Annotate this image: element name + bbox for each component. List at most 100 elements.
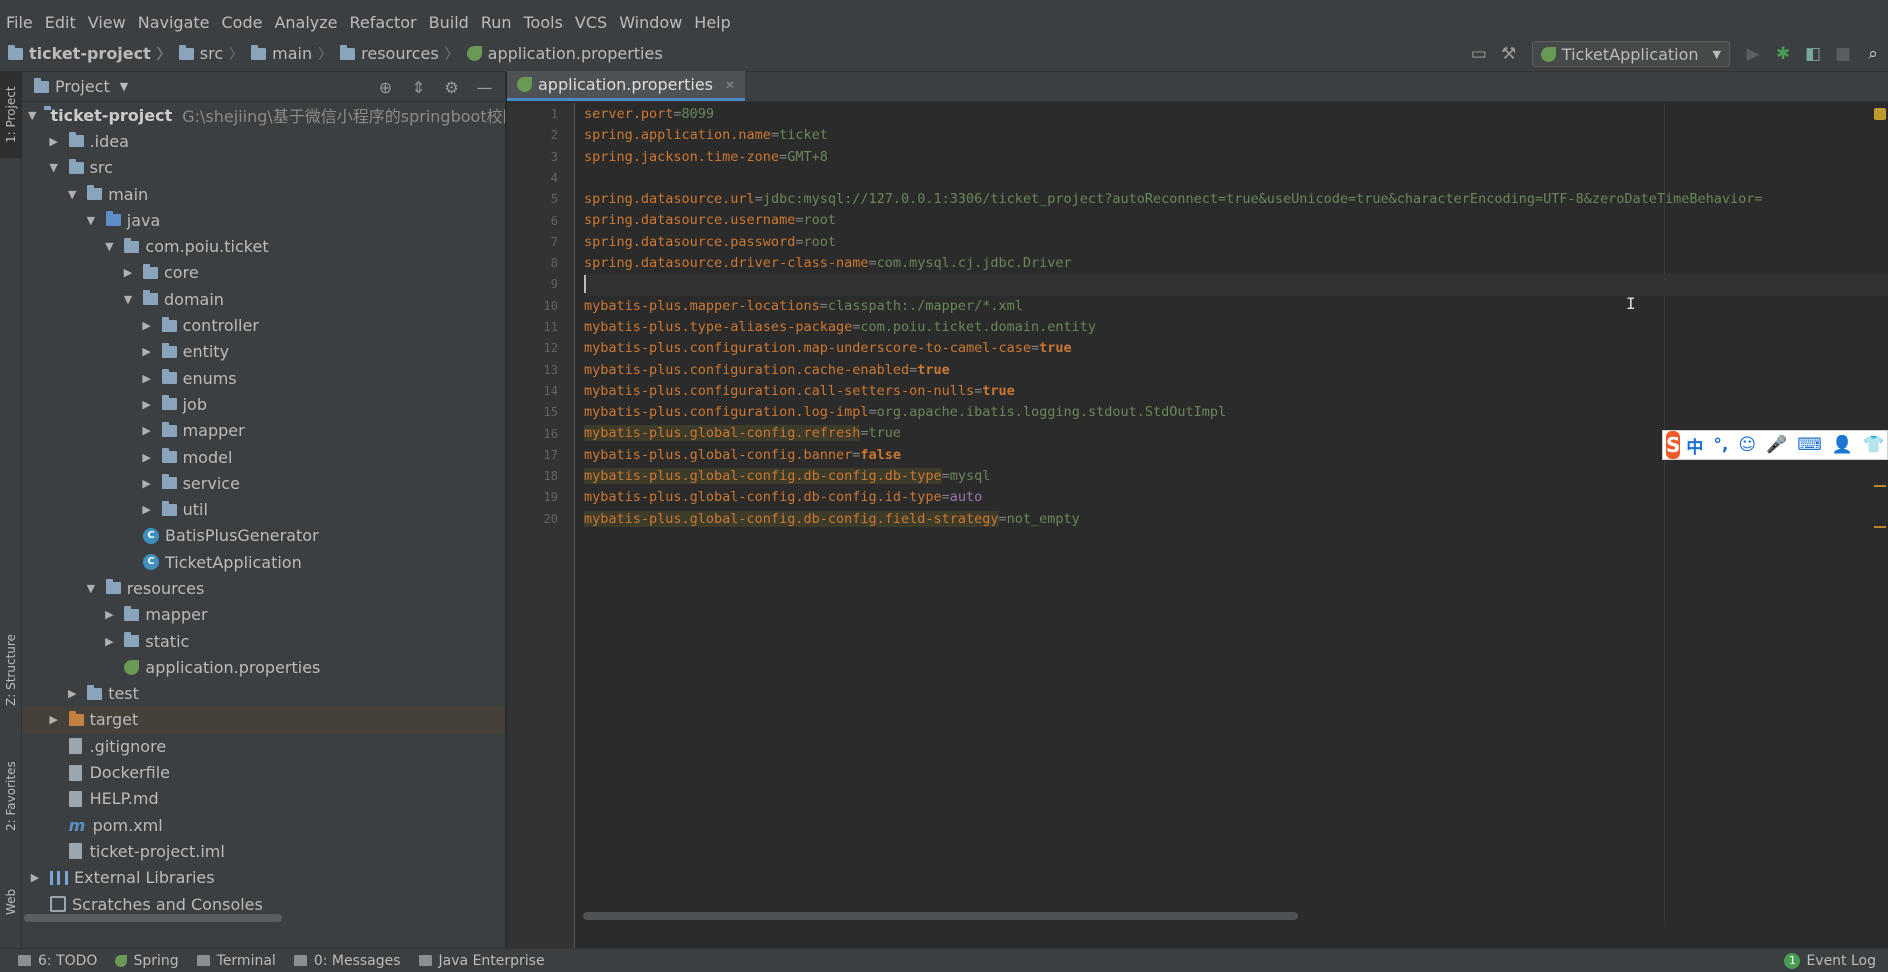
messages-tab[interactable]: 0: Messages — [293, 953, 401, 969]
tree-item[interactable]: ▶ job — [22, 391, 505, 417]
expand-arrow-icon[interactable]: ▶ — [140, 451, 154, 464]
tree-item[interactable]: ▶ entity — [22, 339, 505, 365]
menu-view[interactable]: View — [82, 10, 132, 36]
tree-item[interactable]: ▶ util — [22, 496, 505, 522]
close-icon[interactable]: ✕ — [725, 78, 735, 92]
breadcrumb-item[interactable]: application.properties — [459, 44, 663, 63]
java-enterprise-tab[interactable]: Java Enterprise — [418, 953, 545, 969]
tree-item[interactable]: ▶ enums — [22, 365, 505, 391]
code-line[interactable]: spring.jackson.time-zone=GMT+8 — [584, 147, 1884, 168]
ime-emoji-icon[interactable]: ☺ — [1738, 435, 1756, 455]
run-with-coverage-icon[interactable]: ◧ — [1798, 39, 1828, 69]
expand-arrow-icon[interactable]: ▼ — [102, 240, 116, 253]
tab-web[interactable]: Web — [0, 882, 22, 922]
menu-tools[interactable]: Tools — [518, 10, 569, 36]
error-stripe-marker[interactable] — [1874, 485, 1886, 487]
ime-punctuation-toggle[interactable]: °, — [1713, 435, 1728, 455]
tree-item[interactable]: C BatisPlusGenerator — [22, 523, 505, 549]
minimize-icon[interactable]: — — [468, 72, 501, 102]
tree-item[interactable]: ▶ controller — [22, 312, 505, 338]
project-panel-title[interactable]: Project — [55, 77, 110, 96]
tree-item[interactable]: ▶ service — [22, 470, 505, 496]
expand-arrow-icon[interactable]: ▼ — [84, 582, 98, 595]
tree-item[interactable]: ▶ .idea — [22, 128, 505, 154]
code-line[interactable]: spring.datasource.driver-class-name=com.… — [584, 253, 1884, 274]
editor-tab-application-properties[interactable]: application.properties ✕ — [507, 71, 746, 101]
expand-arrow-icon[interactable]: ▶ — [140, 372, 154, 385]
expand-arrow-icon[interactable]: ▶ — [47, 713, 61, 726]
expand-arrow-icon[interactable]: ▶ — [102, 635, 116, 648]
breadcrumb-item[interactable]: resources 〉 — [332, 44, 459, 64]
code-line[interactable]: mybatis-plus.global-config.db-config.fie… — [584, 509, 1884, 530]
event-log[interactable]: 1 Event Log — [1784, 949, 1876, 972]
editor-horizontal-scrollbar[interactable] — [583, 912, 1298, 920]
gear-icon[interactable]: ⚙ — [435, 72, 468, 102]
search-icon[interactable]: ⌕ — [1858, 39, 1888, 69]
code-line[interactable]: mybatis-plus.mapper-locations=classpath:… — [584, 296, 1884, 317]
menu-analyze[interactable]: Analyze — [268, 10, 343, 36]
expand-arrow-icon[interactable]: ▶ — [102, 608, 116, 621]
tree-item[interactable]: ▶ core — [22, 260, 505, 286]
expand-arrow-icon[interactable]: ▶ — [140, 345, 154, 358]
tree-item[interactable]: ▶ mapper — [22, 602, 505, 628]
spring-tab[interactable]: Spring — [115, 953, 179, 969]
tree-item[interactable]: ▶ model — [22, 444, 505, 470]
expand-arrow-icon[interactable]: ▶ — [140, 424, 154, 437]
code-line[interactable]: mybatis-plus.global-config.db-config.id-… — [584, 487, 1884, 508]
locate-file-icon[interactable]: ⊕ — [369, 72, 402, 102]
code-line[interactable]: spring.application.name=ticket — [584, 125, 1884, 146]
tab-project[interactable]: 1: Project — [0, 72, 22, 158]
expand-arrow-icon[interactable]: ▶ — [140, 398, 154, 411]
expand-arrow-icon[interactable]: ▼ — [47, 161, 61, 174]
code-line[interactable]: spring.datasource.url=jdbc:mysql://127.0… — [584, 189, 1884, 210]
debug-icon[interactable]: ✱ — [1768, 39, 1798, 69]
menu-vcs[interactable]: VCS — [569, 10, 613, 36]
expand-arrow-icon[interactable]: ▶ — [140, 503, 154, 516]
code-line[interactable]: mybatis-plus.configuration.call-setters-… — [584, 381, 1884, 402]
ime-keyboard-icon[interactable]: ⌨ — [1797, 435, 1822, 455]
tree-item[interactable]: ▼ resources — [22, 575, 505, 601]
horizontal-scrollbar[interactable] — [24, 914, 282, 922]
expand-arrow-icon[interactable]: ▶ — [47, 135, 61, 148]
tree-item[interactable]: C TicketApplication — [22, 549, 505, 575]
menu-refactor[interactable]: Refactor — [344, 10, 423, 36]
code-line[interactable]: mybatis-plus.global-config.db-config.db-… — [584, 466, 1884, 487]
chevron-down-icon[interactable]: ▼ — [120, 80, 128, 93]
code-line[interactable]: mybatis-plus.configuration.cache-enabled… — [584, 360, 1884, 381]
ime-skin-icon[interactable]: 👕 — [1863, 435, 1884, 455]
tree-item[interactable]: ticket-project.iml — [22, 838, 505, 864]
tab-structure[interactable]: Z: Structure — [0, 632, 22, 708]
expand-arrow-icon[interactable]: ▶ — [121, 266, 135, 279]
breadcrumb-item[interactable]: src 〉 — [171, 44, 243, 64]
expand-arrow-icon[interactable]: ▼ — [65, 188, 79, 201]
menu-navigate[interactable]: Navigate — [132, 10, 216, 36]
tree-item[interactable]: ▶ target — [22, 706, 505, 734]
tree-item[interactable]: ▼ com.poiu.ticket — [22, 233, 505, 259]
collapse-all-icon[interactable]: ⇕ — [402, 72, 435, 102]
tree-item[interactable]: ▶ test — [22, 681, 505, 707]
terminal-tab[interactable]: Terminal — [196, 953, 276, 969]
code-line[interactable]: server.port=8099 — [584, 104, 1884, 125]
expand-arrow-icon[interactable]: ▼ — [121, 293, 135, 306]
console-icon[interactable]: ▭ — [1464, 39, 1494, 69]
tree-item[interactable]: ▼ src — [22, 155, 505, 181]
tree-item[interactable]: m pom.xml — [22, 812, 505, 838]
todo-tab[interactable]: 6: TODO — [18, 953, 97, 969]
ime-user-icon[interactable]: 👤 — [1832, 435, 1853, 455]
menu-build[interactable]: Build — [423, 10, 475, 36]
tree-item[interactable]: ▼ domain — [22, 286, 505, 312]
tab-favorites[interactable]: 2: Favorites — [0, 756, 22, 836]
breadcrumb-item[interactable]: main 〉 — [243, 44, 332, 64]
tree-item[interactable]: application.properties — [22, 654, 505, 680]
stop-icon[interactable]: ■ — [1828, 39, 1858, 69]
run-configuration-select[interactable]: TicketApplication ▼ — [1531, 41, 1730, 67]
menu-file[interactable]: File — [0, 10, 39, 36]
ime-voice-icon[interactable]: 🎤 — [1766, 435, 1787, 455]
tree-item[interactable]: ▶ static — [22, 628, 505, 654]
menu-help[interactable]: Help — [688, 10, 736, 36]
menu-run[interactable]: Run — [475, 10, 518, 36]
code-line[interactable]: spring.datasource.username=root — [584, 210, 1884, 231]
sogou-logo-icon[interactable]: S — [1666, 431, 1681, 459]
code-line[interactable]: mybatis-plus.configuration.log-impl=org.… — [584, 402, 1884, 423]
expand-arrow-icon[interactable]: ▶ — [140, 477, 154, 490]
